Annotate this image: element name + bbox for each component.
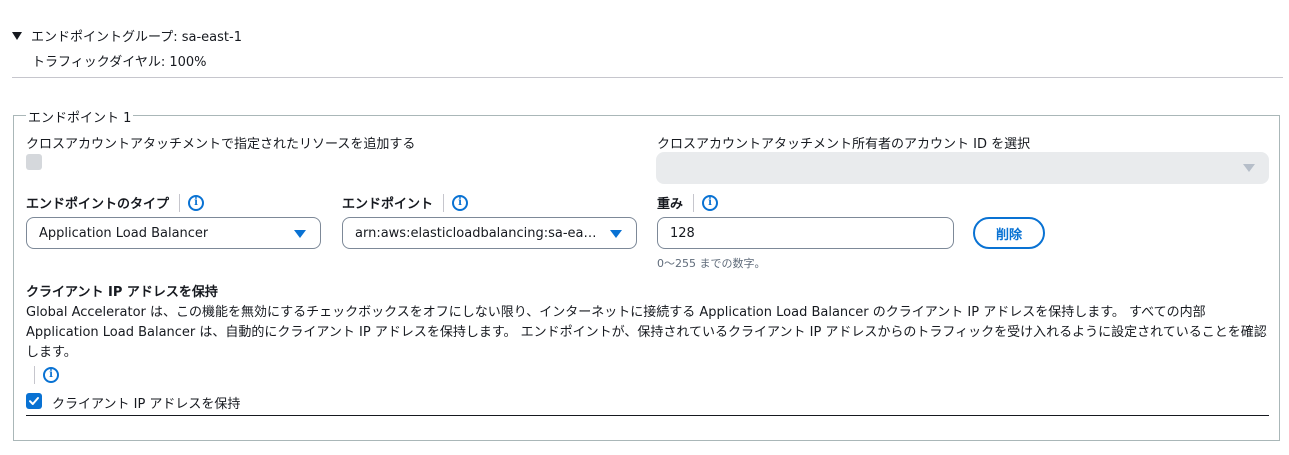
separator bbox=[693, 193, 695, 212]
preserve-ip-checkbox-label[interactable]: クライアント IP アドレスを保持 bbox=[52, 393, 240, 412]
remove-button[interactable]: 削除 bbox=[973, 217, 1045, 249]
separator bbox=[34, 366, 35, 384]
endpoint-type-label: エンドポイントのタイプ bbox=[26, 197, 170, 212]
endpoint-type-select[interactable]: Application Load Balancer bbox=[26, 217, 321, 249]
cross-account-label: クロスアカウントアタッチメントで指定されたリソースを追加する bbox=[26, 137, 416, 152]
info-icon[interactable]: i bbox=[43, 367, 59, 383]
endpoint-label-row: エンドポイント i bbox=[342, 193, 469, 212]
endpoint-group-header[interactable]: エンドポイントグループ: sa-east-1 トラフィックダイヤル: 100% bbox=[12, 26, 242, 70]
info-icon[interactable]: i bbox=[452, 194, 469, 211]
endpoint-legend: エンドポイント 1 bbox=[26, 107, 134, 126]
expand-triangle-icon[interactable] bbox=[12, 32, 22, 40]
caret-down-icon bbox=[610, 230, 622, 238]
preserve-ip-description: Global Accelerator は、この機能を無効にするチェックボックスを… bbox=[26, 305, 1267, 360]
separator bbox=[179, 193, 181, 212]
checkmark-icon bbox=[29, 397, 39, 405]
endpoint-type-label-row: エンドポイントのタイプ i bbox=[26, 193, 205, 212]
separator bbox=[443, 193, 445, 212]
info-icon[interactable]: i bbox=[188, 194, 205, 211]
cross-account-checkbox[interactable] bbox=[26, 154, 42, 170]
endpoint-label: エンドポイント bbox=[342, 197, 434, 212]
caret-down-icon bbox=[1243, 164, 1255, 172]
endpoint-value: arn:aws:elasticloadbalancing:sa-east-1:.… bbox=[355, 225, 600, 241]
weight-label: 重み bbox=[657, 197, 684, 212]
weight-label-row: 重み i bbox=[657, 193, 719, 212]
weight-input[interactable]: 128 bbox=[657, 217, 954, 249]
traffic-dial-text: トラフィックダイヤル: 100% bbox=[32, 55, 207, 70]
caret-down-icon bbox=[294, 230, 306, 238]
preserve-ip-heading: クライアント IP アドレスを保持 bbox=[26, 285, 218, 300]
owner-account-label: クロスアカウントアタッチメント所有者のアカウント ID を選択 bbox=[657, 137, 1031, 152]
endpoint-fieldset: エンドポイント 1 クロスアカウントアタッチメントで指定されたリソースを追加する… bbox=[13, 107, 1280, 441]
weight-hint: 0〜255 までの数字。 bbox=[657, 257, 766, 270]
divider bbox=[12, 77, 1283, 78]
endpoint-group-title: エンドポイントグループ: sa-east-1 bbox=[31, 30, 242, 45]
divider bbox=[26, 415, 1269, 416]
endpoint-type-value: Application Load Balancer bbox=[39, 225, 209, 241]
preserve-ip-checkbox[interactable] bbox=[26, 393, 42, 409]
info-icon[interactable]: i bbox=[702, 194, 719, 211]
owner-account-select[interactable] bbox=[656, 152, 1269, 184]
endpoint-select[interactable]: arn:aws:elasticloadbalancing:sa-east-1:.… bbox=[342, 217, 637, 249]
preserve-ip-info-row: i bbox=[26, 366, 59, 384]
